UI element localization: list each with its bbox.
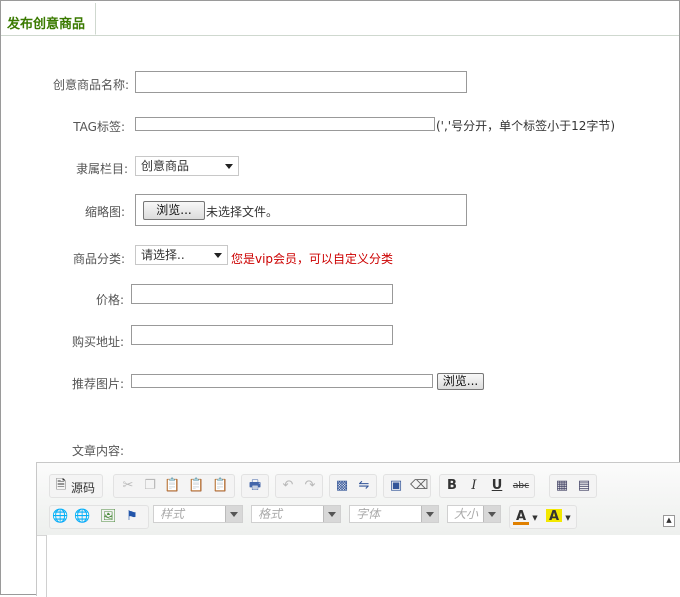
redo-icon[interactable]: ↷ [302, 478, 318, 494]
column-label: 隶属栏目: [75, 162, 128, 176]
style-combo-placeholder: 样式 [160, 507, 185, 521]
chevron-down-icon [225, 164, 233, 169]
editor-content-area[interactable] [46, 535, 680, 597]
insert-group: ▦ ▤ [549, 474, 597, 498]
media-group: 🌐 🌐 🖼 ⚑ [49, 505, 149, 529]
copy-icon[interactable]: ❐ [142, 478, 158, 494]
print-icon[interactable]: 🖶 [247, 478, 263, 494]
format-combo[interactable]: 格式 [251, 505, 341, 523]
find-group: ▩ ⇋ [329, 474, 377, 498]
rec-image-label: 推荐图片: [71, 377, 124, 391]
column-selected-value: 创意商品 [141, 159, 190, 173]
source-group: 🗎 源码 [49, 474, 103, 498]
rec-image-input[interactable] [131, 374, 433, 388]
category-select[interactable]: 请选择.. [135, 245, 228, 265]
bold-button[interactable]: B [444, 478, 460, 494]
font-combo[interactable]: 字体 [349, 505, 439, 523]
print-group: 🖶 [241, 474, 269, 498]
italic-button[interactable]: I [466, 478, 482, 494]
tab-bar: 发布创意商品 [1, 1, 679, 36]
horizontal-rule-icon[interactable]: ▤ [576, 478, 592, 494]
text-style-group: B I U abc [439, 474, 535, 498]
rich-text-editor: 🗎 源码 ✂ ❐ 📋 📋 📋 🖶 ↶ ↷ ▩ ⇋ ▣ ⌫ B I U abc ▦… [36, 462, 680, 597]
source-button[interactable]: 源码 [71, 479, 95, 496]
tab-publish-product[interactable]: 发布创意商品 [1, 3, 96, 35]
tag-hint: (','号分开，单个标签小于12字节) [436, 119, 616, 133]
thumbnail-status: 未选择文件。 [206, 205, 279, 219]
undo-icon[interactable]: ↶ [280, 478, 296, 494]
font-combo-placeholder: 字体 [356, 507, 381, 521]
style-combo[interactable]: 样式 [153, 505, 243, 523]
category-selected-value: 请选择.. [141, 248, 185, 262]
history-group: ↶ ↷ [275, 474, 323, 498]
format-combo-placeholder: 格式 [258, 507, 283, 521]
anchor-flag-icon[interactable]: ⚑ [124, 509, 140, 525]
tag-label: TAG标签: [73, 120, 125, 134]
replace-icon[interactable]: ⇋ [356, 478, 372, 494]
document-icon: 🗎 [55, 478, 67, 493]
paste-word-icon[interactable]: 📋 [212, 478, 228, 494]
buy-url-label: 购买地址: [71, 335, 124, 349]
chevron-down-icon [421, 506, 438, 522]
product-name-input[interactable] [135, 71, 467, 93]
tag-input[interactable] [135, 117, 435, 131]
chevron-down-icon[interactable]: ▼ [560, 510, 576, 526]
buy-url-input[interactable] [131, 325, 393, 345]
editor-toolbar: 🗎 源码 ✂ ❐ 📋 📋 📋 🖶 ↶ ↷ ▩ ⇋ ▣ ⌫ B I U abc ▦… [37, 463, 680, 536]
image-icon[interactable]: 🖼 [100, 509, 117, 525]
size-combo-placeholder: 大小 [454, 507, 479, 521]
column-select[interactable]: 创意商品 [135, 156, 239, 176]
collapse-toolbar-icon[interactable]: ▲ [663, 515, 675, 527]
thumbnail-file-input[interactable]: 浏览... 未选择文件。 [135, 194, 467, 226]
strike-button[interactable]: abc [511, 478, 531, 494]
find-icon[interactable]: ▩ [334, 478, 350, 494]
price-input[interactable] [131, 284, 393, 304]
thumbnail-browse-button[interactable]: 浏览... [143, 201, 205, 220]
price-label: 价格: [95, 293, 124, 307]
link-icon[interactable]: 🌐 [52, 509, 68, 525]
size-combo[interactable]: 大小 [447, 505, 501, 523]
clipboard-group: ✂ ❐ 📋 📋 📋 [113, 474, 235, 498]
vip-category-hint: 您是vip会员，可以自定义分类 [231, 252, 394, 266]
paste-text-icon[interactable]: 📋 [188, 478, 204, 494]
category-label: 商品分类: [72, 252, 125, 266]
unlink-icon[interactable]: 🌐 [74, 509, 90, 525]
thumb-label: 缩略图: [84, 205, 125, 219]
chevron-down-icon [225, 506, 242, 522]
chevron-down-icon[interactable]: ▼ [527, 510, 543, 526]
select-group: ▣ ⌫ [383, 474, 431, 498]
table-icon[interactable]: ▦ [554, 478, 570, 494]
page-frame: 发布创意商品 创意商品名称: TAG标签: (','号分开，单个标签小于12字节… [0, 0, 680, 597]
underline-button[interactable]: U [489, 478, 505, 494]
content-label: 文章内容: [71, 444, 124, 458]
name-label: 创意商品名称: [52, 78, 129, 92]
color-group: A ▼ A ▼ [509, 505, 577, 529]
rec-image-browse-button[interactable]: 浏览... [437, 373, 484, 390]
chevron-down-icon [483, 506, 500, 522]
cut-icon[interactable]: ✂ [120, 478, 136, 494]
paste-icon[interactable]: 📋 [164, 478, 180, 494]
select-all-icon[interactable]: ▣ [388, 478, 404, 494]
chevron-down-icon [323, 506, 340, 522]
eraser-icon[interactable]: ⌫ [410, 478, 428, 494]
chevron-down-icon [214, 253, 222, 258]
